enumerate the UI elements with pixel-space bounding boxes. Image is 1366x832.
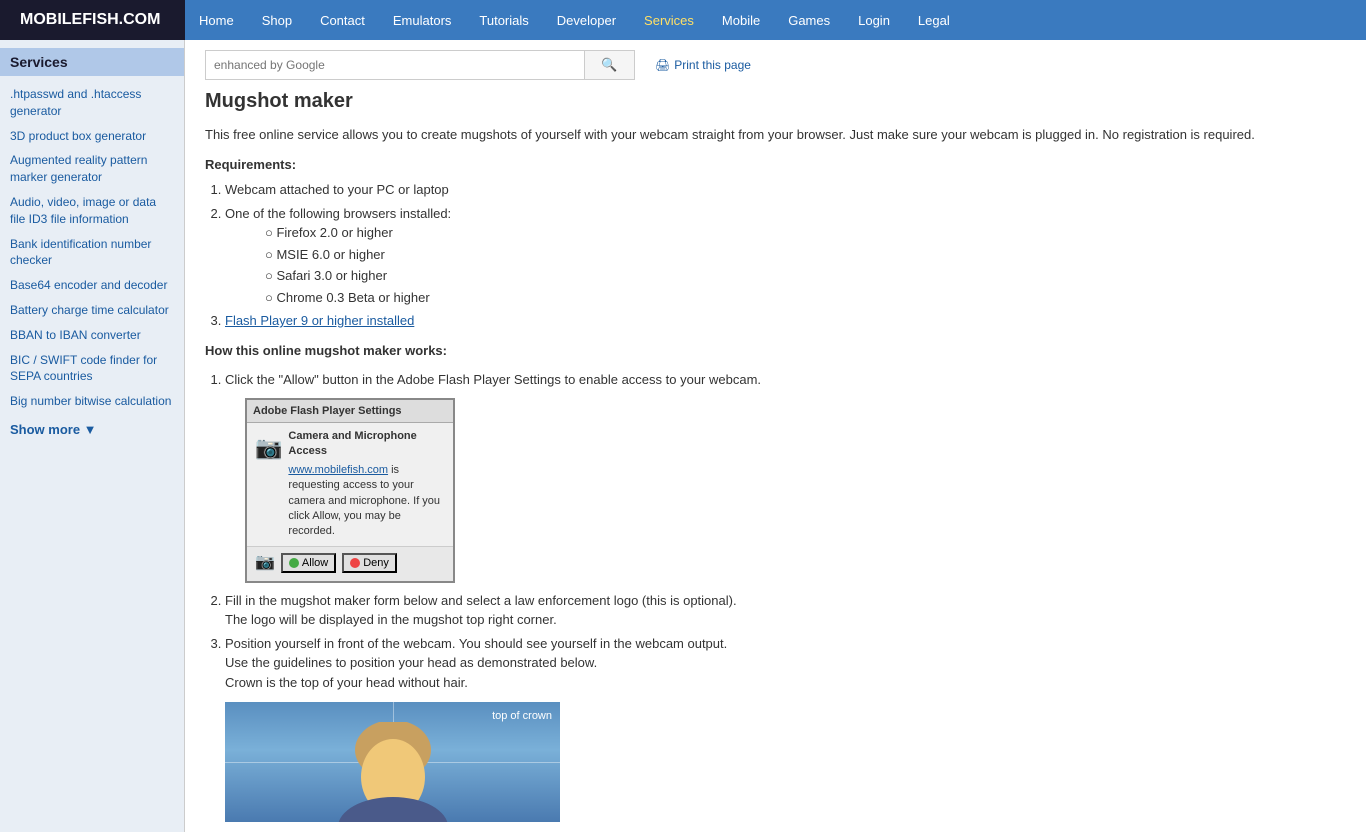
search-input[interactable] [205, 50, 585, 80]
steps-list: Click the "Allow" button in the Adobe Fl… [225, 370, 1346, 692]
sidebar-item-audio-video[interactable]: Audio, video, image or data file ID3 fil… [0, 190, 184, 232]
req-item-3: Flash Player 9 or higher installed [225, 311, 1346, 331]
browser-msie: MSIE 6.0 or higher [265, 245, 1346, 265]
nav-home[interactable]: Home [185, 0, 248, 40]
sidebar-title: Services [0, 48, 184, 76]
layout: Services .htpasswd and .htaccess generat… [0, 40, 1366, 832]
allow-dot [289, 558, 299, 568]
sidebar-item-bank-id[interactable]: Bank identification number checker [0, 232, 184, 274]
nav-developer[interactable]: Developer [543, 0, 630, 40]
show-more-button[interactable]: Show more ▼ [0, 414, 184, 445]
flash-deny-button[interactable]: Deny [342, 553, 397, 573]
req-item-2: One of the following browsers installed:… [225, 204, 1346, 308]
mugshot-head-silhouette [333, 722, 453, 822]
sidebar-item-bic[interactable]: BIC / SWIFT code finder for SEPA countri… [0, 348, 184, 390]
camera-icon: 📷 [255, 431, 282, 540]
search-icon: 🔍 [601, 57, 617, 72]
sidebar-item-augmented[interactable]: Augmented reality pattern marker generat… [0, 148, 184, 190]
logo: MOBILEFISH.COM [0, 0, 185, 40]
mugshot-crown-label: top of crown [492, 710, 552, 722]
print-link[interactable]: 🖨 Print this page [655, 58, 751, 72]
step-2: Fill in the mugshot maker form below and… [225, 591, 1346, 630]
search-bar: 🔍 🖨 Print this page [205, 50, 1346, 80]
search-button[interactable]: 🔍 [585, 50, 635, 80]
flash-dialog-body: 📷 Camera and Microphone Access www.mobil… [247, 423, 453, 546]
step-1: Click the "Allow" button in the Adobe Fl… [225, 370, 1346, 583]
sidebar: Services .htpasswd and .htaccess generat… [0, 40, 185, 832]
flash-dialog-title: Adobe Flash Player Settings [247, 400, 453, 424]
nav-services[interactable]: Services [630, 0, 708, 40]
nav-legal[interactable]: Legal [904, 0, 964, 40]
search-wrapper [205, 50, 585, 80]
sidebar-item-3d-product[interactable]: 3D product box generator [0, 124, 184, 149]
flash-section-label: Camera and Microphone Access [288, 429, 445, 460]
content-area: This free online service allows you to c… [205, 125, 1346, 822]
main-content: 🔍 🖨 Print this page Mugshot maker This f… [185, 40, 1366, 832]
camera-small-icon: 📷 [255, 551, 275, 575]
sidebar-item-bban[interactable]: BBAN to IBAN converter [0, 323, 184, 348]
header: MOBILEFISH.COM Home Shop Contact Emulato… [0, 0, 1366, 40]
step-3: Position yourself in front of the webcam… [225, 634, 1346, 693]
browser-safari: Safari 3.0 or higher [265, 266, 1346, 286]
how-it-works-title: How this online mugshot maker works: [205, 341, 1346, 361]
flash-site-link[interactable]: www.mobilefish.com [288, 464, 388, 476]
flash-dialog: Adobe Flash Player Settings 📷 Camera and… [245, 398, 455, 583]
printer-icon: 🖨 [655, 58, 670, 72]
flash-dialog-footer: 📷 Allow Deny [247, 546, 453, 581]
requirements-list: Webcam attached to your PC or laptop One… [225, 180, 1346, 331]
requirements-title: Requirements: [205, 155, 1346, 175]
nav-games[interactable]: Games [774, 0, 844, 40]
mugshot-image: top of crown [225, 702, 560, 822]
nav-login[interactable]: Login [844, 0, 904, 40]
sidebar-item-base64[interactable]: Base64 encoder and decoder [0, 273, 184, 298]
nav-contact[interactable]: Contact [306, 0, 379, 40]
flash-player-link[interactable]: Flash Player 9 or higher installed [225, 313, 414, 328]
page-title: Mugshot maker [205, 90, 1346, 113]
browser-firefox: Firefox 2.0 or higher [265, 223, 1346, 243]
flash-allow-button[interactable]: Allow [281, 553, 336, 573]
flash-dialog-text: Camera and Microphone Access www.mobilef… [288, 429, 445, 540]
deny-dot [350, 558, 360, 568]
browser-chrome: Chrome 0.3 Beta or higher [265, 288, 1346, 308]
main-nav: Home Shop Contact Emulators Tutorials De… [185, 0, 1366, 40]
req-item-1: Webcam attached to your PC or laptop [225, 180, 1346, 200]
browsers-list: Firefox 2.0 or higher MSIE 6.0 or higher… [265, 223, 1346, 307]
nav-shop[interactable]: Shop [248, 0, 306, 40]
sidebar-item-bignumber[interactable]: Big number bitwise calculation [0, 389, 184, 414]
nav-tutorials[interactable]: Tutorials [465, 0, 542, 40]
intro-text: This free online service allows you to c… [205, 125, 1346, 145]
nav-mobile[interactable]: Mobile [708, 0, 774, 40]
nav-emulators[interactable]: Emulators [379, 0, 466, 40]
sidebar-item-battery[interactable]: Battery charge time calculator [0, 298, 184, 323]
sidebar-item-htpasswd[interactable]: .htpasswd and .htaccess generator [0, 82, 184, 124]
